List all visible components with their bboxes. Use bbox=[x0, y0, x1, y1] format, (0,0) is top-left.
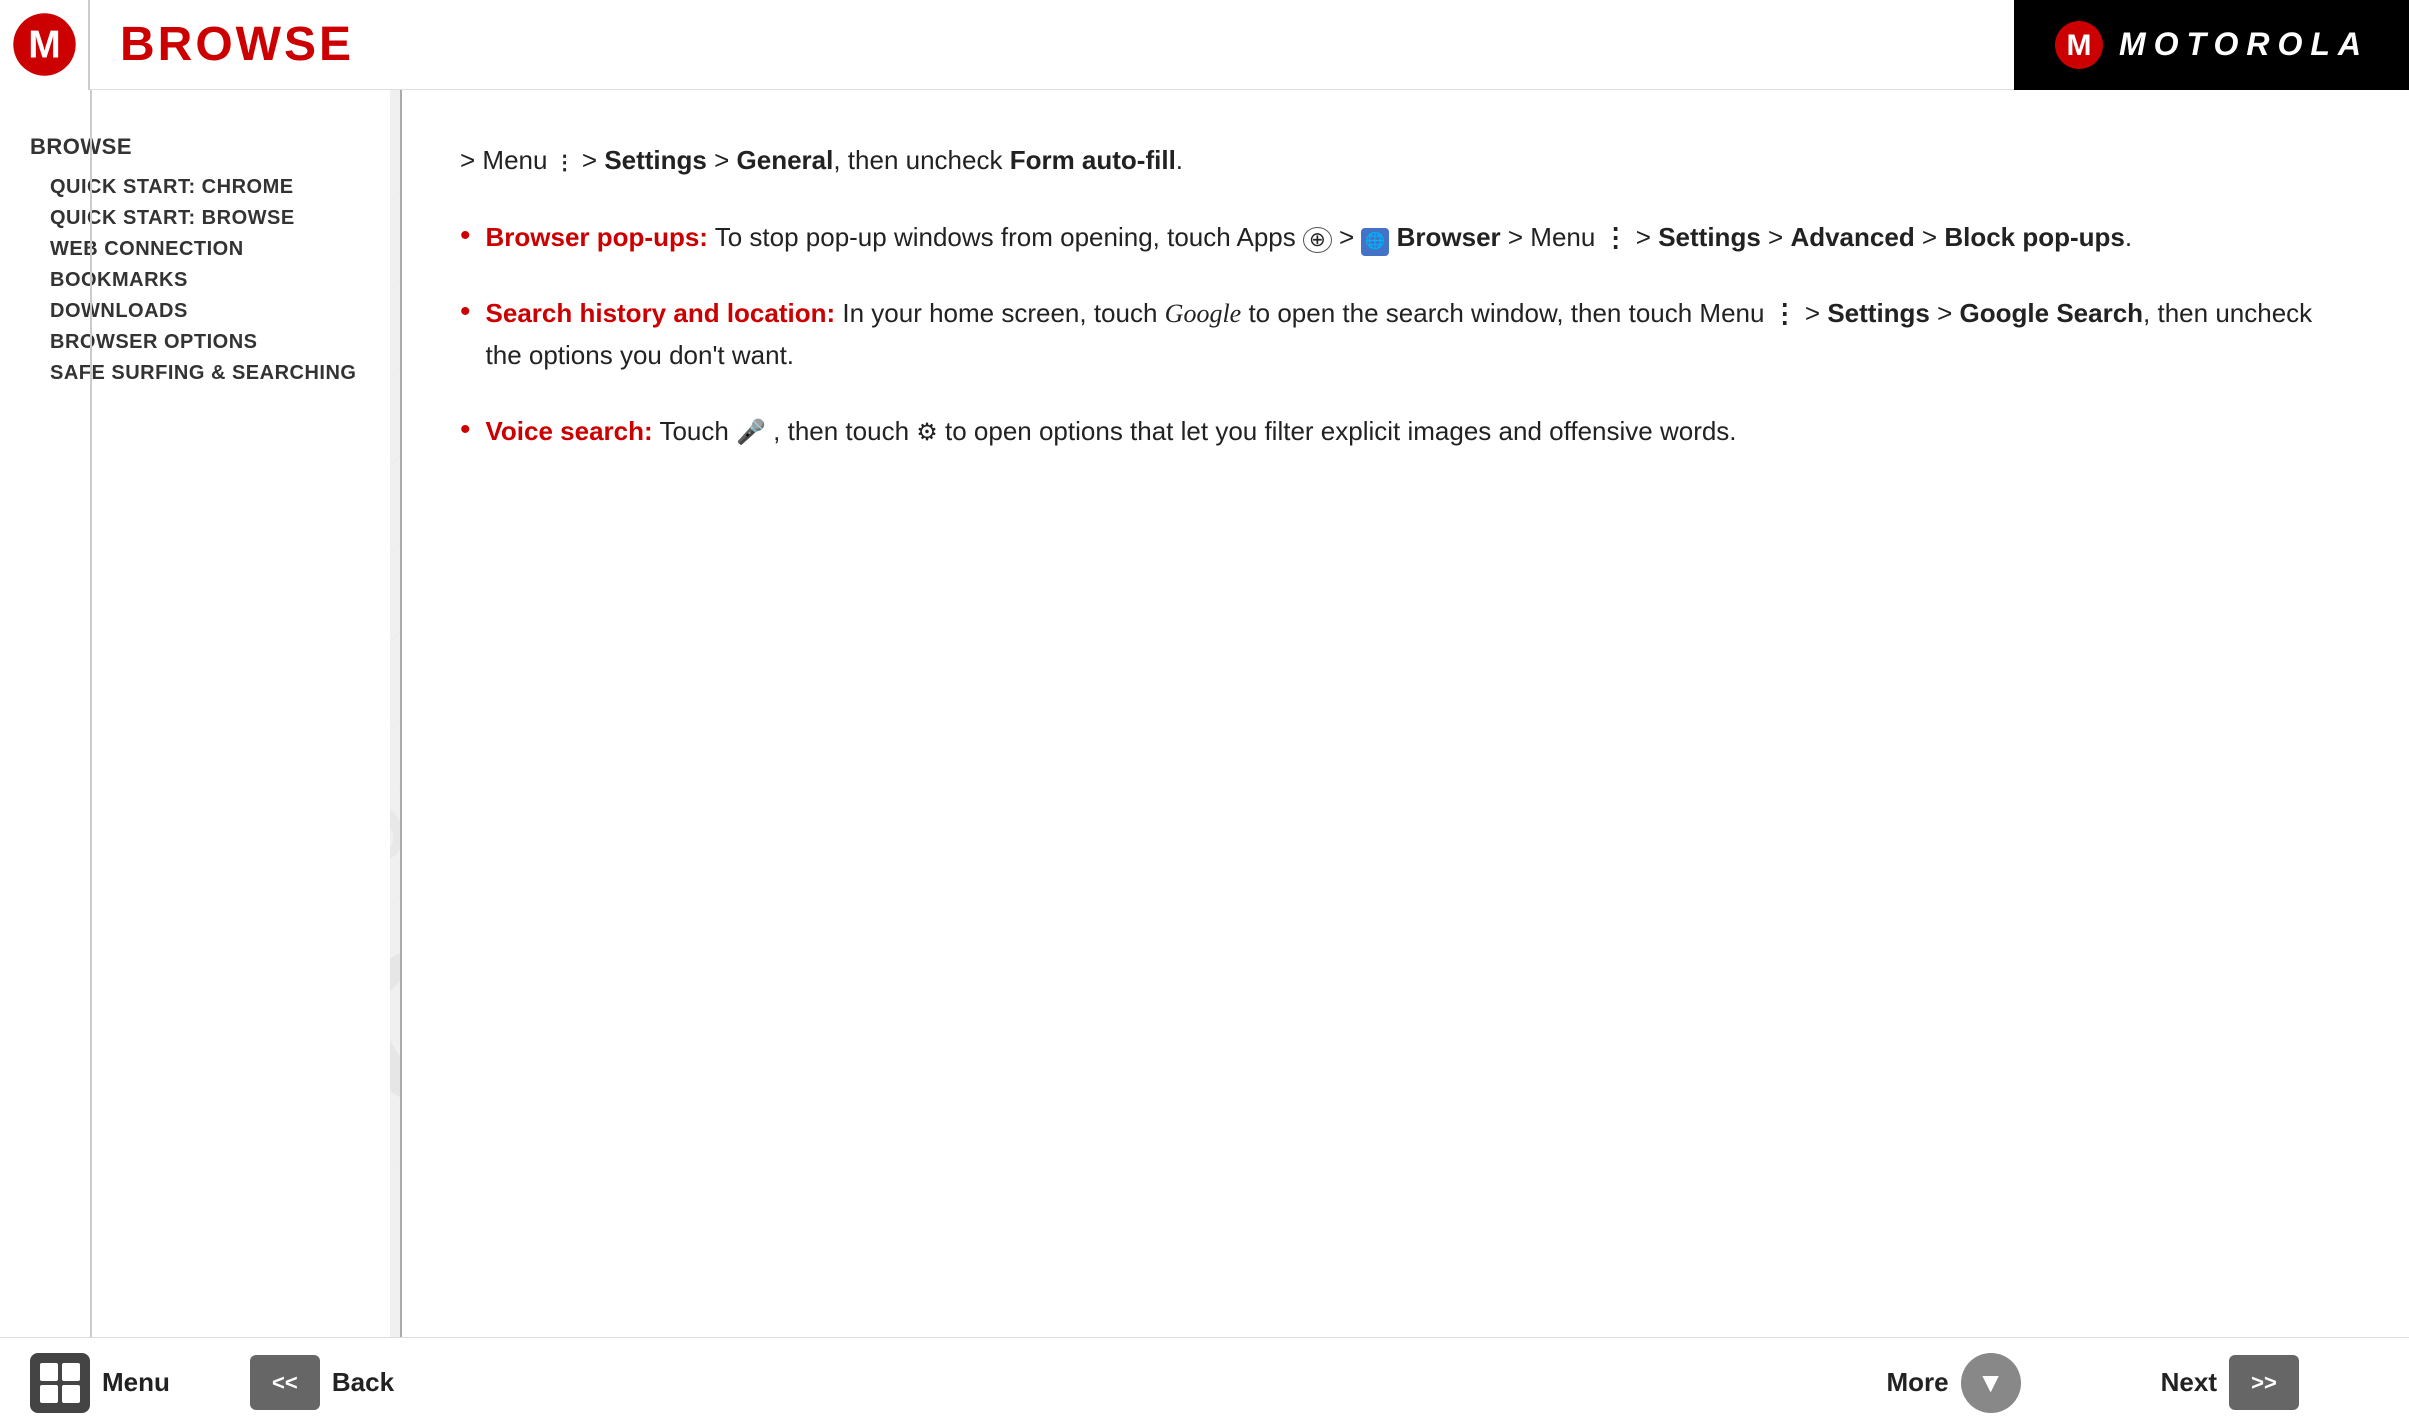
menu-button[interactable]: Menu bbox=[30, 1353, 170, 1413]
more-button[interactable]: More ▼ bbox=[1887, 1353, 2021, 1413]
more-icon: ▼ bbox=[1961, 1353, 2021, 1413]
settings-gear-icon: ⚙ bbox=[916, 419, 938, 446]
more-label: More bbox=[1887, 1367, 1949, 1398]
bullet-dot-3: • bbox=[460, 413, 471, 453]
menu-icon bbox=[30, 1353, 90, 1413]
sidebar-nav: BROWSE QUICK START: CHROME QUICK START: … bbox=[20, 130, 370, 389]
footer-right: More ▼ Next >> bbox=[1887, 1353, 2379, 1413]
sidebar-item-downloads[interactable]: DOWNLOADS bbox=[30, 296, 370, 327]
sidebar-item-quick-start-chrome[interactable]: QUICK START: CHROME bbox=[30, 172, 370, 203]
sidebar-item-quick-start-browse[interactable]: QUICK START: BROWSE bbox=[30, 203, 370, 234]
back-icon: << bbox=[250, 1355, 320, 1410]
sidebar-divider bbox=[90, 90, 92, 1337]
sidebar-item-browse[interactable]: BROWSE bbox=[30, 130, 370, 164]
term-browser-popups: Browser pop-ups: bbox=[486, 222, 708, 252]
microphone-icon: 🎤 bbox=[736, 419, 766, 446]
sidebar-item-web-connection[interactable]: WEB CONNECTION bbox=[30, 234, 370, 265]
grid-cell-3 bbox=[40, 1385, 58, 1403]
sidebar-item-safe-surfing[interactable]: SAFE SURFING & SEARCHING bbox=[30, 358, 370, 389]
bullet-text-3: Voice search: Touch 🎤 , then touch ⚙ to … bbox=[486, 411, 1737, 453]
back-button[interactable]: << Back bbox=[250, 1355, 394, 1410]
grid-cell-1 bbox=[40, 1363, 58, 1381]
footer: Menu << Back More ▼ Next >> bbox=[0, 1337, 2409, 1427]
bullet-search-history: • Search history and location: In your h… bbox=[460, 293, 2349, 376]
menu-label: Menu bbox=[102, 1367, 170, 1398]
main-content: > Menu ⋮ > Settings > General, then unch… bbox=[400, 90, 2409, 1337]
bullet-voice-search: • Voice search: Touch 🎤 , then touch ⚙ t… bbox=[460, 411, 2349, 453]
grid-cell-4 bbox=[62, 1385, 80, 1403]
bullet-dot-1: • bbox=[460, 219, 471, 259]
motorola-m-icon: M bbox=[12, 12, 77, 77]
term-search-history: Search history and location: bbox=[486, 298, 836, 328]
bullet-text-2: Search history and location: In your hom… bbox=[486, 293, 2349, 376]
term-voice-search: Voice search: bbox=[486, 416, 653, 446]
grid-cell-2 bbox=[62, 1363, 80, 1381]
motorola-brand-logo: M MOTOROLA bbox=[2054, 20, 2369, 70]
header: M BROWSE M MOTOROLA bbox=[0, 0, 2409, 90]
next-label: Next bbox=[2161, 1367, 2217, 1398]
content-divider bbox=[400, 90, 402, 1337]
page-title: BROWSE bbox=[90, 17, 354, 72]
bullet-browser-popups: • Browser pop-ups: To stop pop-up window… bbox=[460, 217, 2349, 259]
google-logo-text: Google bbox=[1165, 299, 1242, 328]
brand-name: MOTOROLA bbox=[2119, 26, 2369, 63]
sidebar-item-browser-options[interactable]: BROWSER OPTIONS bbox=[30, 327, 370, 358]
motorola-m-icon-header: M bbox=[2054, 20, 2104, 70]
bullet-dot-2: • bbox=[460, 295, 471, 376]
sidebar-item-bookmarks[interactable]: BOOKMARKS bbox=[30, 265, 370, 296]
header-brand: M MOTOROLA bbox=[2014, 0, 2409, 90]
intro-text: > Menu ⋮ > Settings > General, then unch… bbox=[460, 140, 2349, 182]
next-button[interactable]: Next >> bbox=[2161, 1355, 2299, 1410]
svg-text:M: M bbox=[2066, 29, 2091, 62]
svg-text:M: M bbox=[28, 24, 61, 67]
motorola-logo: M bbox=[0, 0, 90, 90]
menu-grid-icon bbox=[32, 1355, 88, 1411]
back-label: Back bbox=[332, 1367, 394, 1398]
next-icon: >> bbox=[2229, 1355, 2299, 1410]
sidebar: BROWSE QUICK START: CHROME QUICK START: … bbox=[0, 90, 390, 1337]
bullet-text-1: Browser pop-ups: To stop pop-up windows … bbox=[486, 217, 2133, 259]
